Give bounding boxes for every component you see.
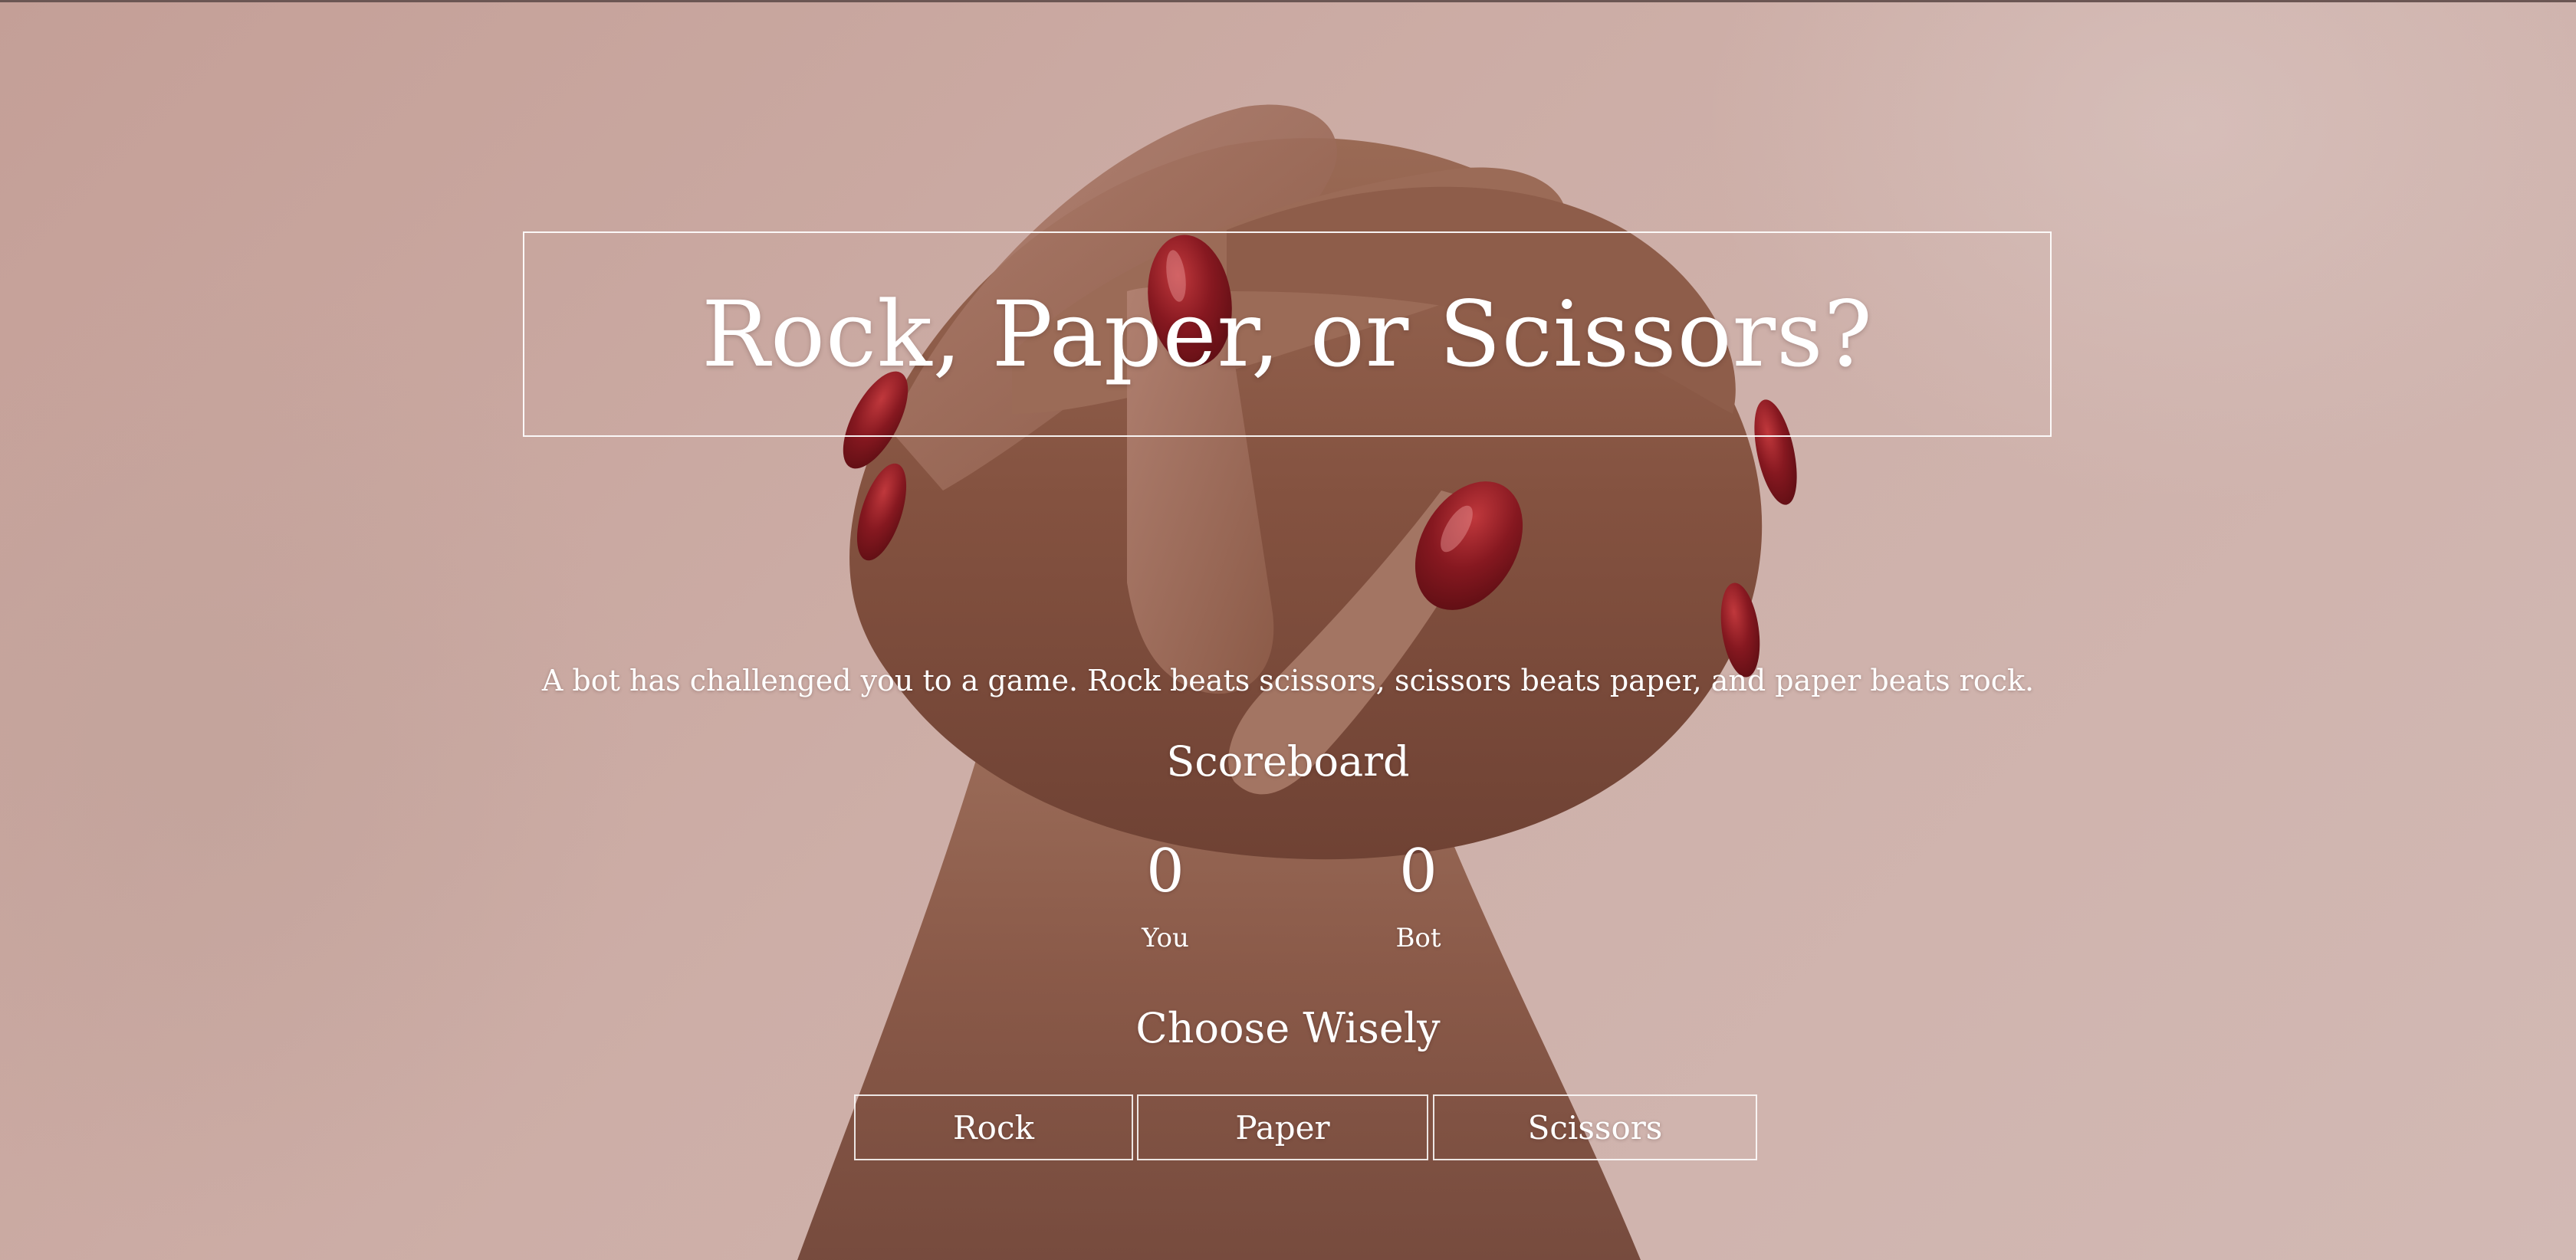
score-you-label: You	[1142, 923, 1189, 953]
score-bot-label: Bot	[1395, 923, 1441, 953]
clasped-hands-illustration	[797, 104, 1797, 1260]
scissors-button[interactable]: Scissors	[1433, 1094, 1757, 1160]
title-box: Rock, Paper, or Scissors?	[523, 231, 2052, 437]
choose-heading: Choose Wisely	[1135, 1004, 1441, 1052]
score-bot: 0 Bot	[1326, 837, 1510, 953]
intro-text: A bot has challenged you to a game. Rock…	[541, 664, 2035, 697]
rock-button[interactable]: Rock	[854, 1094, 1133, 1160]
top-border	[0, 0, 2576, 2]
background-photo	[0, 0, 2576, 1260]
paper-button[interactable]: Paper	[1137, 1094, 1428, 1160]
score-bot-value: 0	[1399, 837, 1438, 906]
score-you-value: 0	[1146, 837, 1184, 906]
score-you: 0 You	[1073, 837, 1257, 953]
scoreboard-heading: Scoreboard	[1166, 737, 1410, 786]
page-title: Rock, Paper, or Scissors?	[702, 281, 1873, 387]
